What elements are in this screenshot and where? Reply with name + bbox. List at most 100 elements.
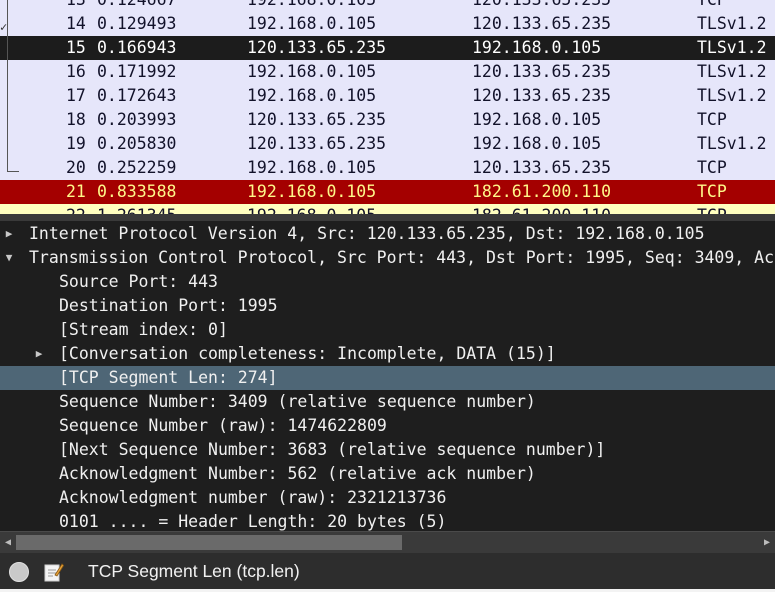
packet-number: 20 bbox=[66, 158, 86, 177]
packet-time: 0.252259 bbox=[97, 158, 177, 177]
packet-source: 192.168.0.105 bbox=[247, 14, 377, 33]
packet-source: 192.168.0.105 bbox=[247, 158, 377, 177]
detail-tree-item[interactable]: Acknowledgment number (raw): 2321213736 bbox=[0, 486, 775, 510]
packet-time: 0.166943 bbox=[97, 38, 177, 57]
packet-row[interactable]: 22 1.261345 192.168.0.105 182.61.200.110 TCP bbox=[0, 204, 775, 214]
packet-number: 13 bbox=[66, 0, 86, 12]
detail-tree-item[interactable]: [Stream index: 0] bbox=[0, 318, 775, 342]
packet-source: 192.168.0.105 bbox=[247, 182, 377, 201]
detail-item-text: Acknowledgment number (raw): 2321213736 bbox=[59, 488, 447, 507]
packet-time: 0.124667 bbox=[97, 0, 176, 12]
packet-protocol: TLSv1.2 bbox=[697, 86, 767, 105]
packet-destination: 120.133.65.235 bbox=[472, 14, 612, 33]
status-bar: TCP Segment Len (tcp.len) bbox=[0, 553, 775, 592]
packet-time: 0.203993 bbox=[97, 110, 177, 129]
detail-item-text: Sequence Number (raw): 1474622809 bbox=[59, 416, 387, 435]
packet-number: 14 bbox=[66, 14, 86, 33]
packet-source: 120.133.65.235 bbox=[247, 134, 387, 153]
packet-row[interactable]: 20 0.252259 192.168.0.105 120.133.65.235 TCP bbox=[0, 156, 775, 180]
packet-row[interactable]: 15 0.166943 120.133.65.235 192.168.0.105 TLS… bbox=[0, 36, 775, 60]
detail-tree-item[interactable]: Sequence Number (raw): 1474622809 bbox=[0, 414, 775, 438]
packet-time: 0.205830 bbox=[97, 134, 177, 153]
packet-number: 17 bbox=[66, 86, 86, 105]
packet-destination: 120.133.65.235 bbox=[472, 86, 612, 105]
edit-note-icon[interactable] bbox=[42, 561, 64, 583]
packet-details-tree[interactable]: ▶ Internet Protocol Version 4, Src: 120.1… bbox=[0, 221, 775, 531]
packet-destination: 182.61.200.110 bbox=[472, 182, 612, 201]
detail-item-text: [Conversation completeness: Incomplete, … bbox=[59, 344, 556, 363]
packet-destination: 192.168.0.105 bbox=[472, 110, 602, 129]
packet-destination: 120.133.65.235 bbox=[472, 0, 611, 12]
packet-time: 0.833588 bbox=[97, 182, 177, 201]
detail-tree-item[interactable]: ▶ Internet Protocol Version 4, Src: 120.1… bbox=[0, 222, 775, 246]
detail-tree-item[interactable]: [TCP Segment Len: 274] bbox=[0, 366, 775, 390]
packet-number: 16 bbox=[66, 62, 86, 81]
scroll-right-arrow-icon[interactable]: ▶ bbox=[759, 532, 775, 553]
packet-row[interactable]: 16 0.171992 192.168.0.105 120.133.65.235 TLS… bbox=[0, 60, 775, 84]
detail-tree-item[interactable]: ▼ Transmission Control Protocol, Src Port… bbox=[0, 246, 775, 270]
packet-number: 19 bbox=[66, 134, 86, 153]
packet-time: 0.129493 bbox=[97, 14, 177, 33]
packet-protocol: TLSv1.2 bbox=[697, 14, 767, 33]
detail-item-text: Source Port: 443 bbox=[59, 272, 218, 291]
packet-number: 22 bbox=[66, 204, 86, 214]
detail-item-text: Acknowledgment Number: 562 (relative ack… bbox=[59, 464, 536, 483]
packet-list[interactable]: 13 0.124667 192.168.0.105 120.133.65.235 TCP… bbox=[0, 0, 775, 214]
packet-row[interactable]: 18 0.203993 120.133.65.235 192.168.0.105 TCP bbox=[0, 108, 775, 132]
collapsed-arrow-icon[interactable]: ▶ bbox=[2, 222, 16, 246]
packet-time: 0.171992 bbox=[97, 62, 177, 81]
packet-destination: 120.133.65.235 bbox=[472, 158, 612, 177]
scrollbar-thumb[interactable] bbox=[16, 535, 402, 550]
packet-protocol: TCP bbox=[697, 0, 727, 12]
detail-tree-item[interactable]: ▶ [Conversation completeness: Incomplete,… bbox=[0, 342, 775, 366]
packet-source: 192.168.0.105 bbox=[247, 0, 376, 12]
packet-row[interactable]: 13 0.124667 192.168.0.105 120.133.65.235 TCP bbox=[0, 0, 775, 12]
detail-item-text: [TCP Segment Len: 274] bbox=[59, 368, 278, 387]
expanded-arrow-icon[interactable]: ▼ bbox=[2, 246, 16, 270]
packet-row[interactable]: 19 0.205830 120.133.65.235 192.168.0.105 TLS… bbox=[0, 132, 775, 156]
packet-protocol: TCP bbox=[697, 204, 727, 214]
status-indicator-icon[interactable] bbox=[9, 562, 29, 582]
packet-number: 18 bbox=[66, 110, 86, 129]
detail-tree-item[interactable]: [Next Sequence Number: 3683 (relative se… bbox=[0, 438, 775, 462]
packet-protocol: TCP bbox=[697, 158, 727, 177]
collapsed-arrow-icon[interactable]: ▶ bbox=[32, 342, 46, 366]
packet-protocol: TLSv1.2 bbox=[697, 134, 767, 153]
packet-number: 15 bbox=[66, 38, 86, 57]
detail-item-text: Sequence Number: 3409 (relative sequence… bbox=[59, 392, 536, 411]
packet-destination: 192.168.0.105 bbox=[472, 38, 602, 57]
detail-item-text: Transmission Control Protocol, Src Port:… bbox=[29, 248, 775, 267]
packet-source: 120.133.65.235 bbox=[247, 110, 387, 129]
packet-source: 192.168.0.105 bbox=[247, 86, 377, 105]
detail-item-text: [Stream index: 0] bbox=[59, 320, 228, 339]
detail-item-text: [Next Sequence Number: 3683 (relative se… bbox=[59, 440, 606, 459]
detail-item-text: Internet Protocol Version 4, Src: 120.13… bbox=[29, 224, 705, 243]
detail-tree-item[interactable]: Destination Port: 1995 bbox=[0, 294, 775, 318]
pane-splitter[interactable] bbox=[0, 214, 775, 221]
packet-destination: 182.61.200.110 bbox=[472, 204, 611, 214]
packet-protocol: TCP bbox=[697, 182, 727, 201]
packet-number: 21 bbox=[66, 182, 86, 201]
details-horizontal-scrollbar[interactable]: ◀ ▶ bbox=[0, 531, 775, 553]
detail-tree-item[interactable]: Source Port: 443 bbox=[0, 270, 775, 294]
packet-time: 1.261345 bbox=[97, 204, 176, 214]
scroll-left-arrow-icon[interactable]: ◀ bbox=[0, 532, 16, 553]
related-packet-check-icon: ✓ bbox=[0, 20, 8, 34]
packet-row[interactable]: 17 0.172643 192.168.0.105 120.133.65.235 TLS… bbox=[0, 84, 775, 108]
packet-row[interactable]: 21 0.833588 192.168.0.105 182.61.200.110 TCP bbox=[0, 180, 775, 204]
packet-source: 192.168.0.105 bbox=[247, 62, 377, 81]
packet-destination: 120.133.65.235 bbox=[472, 62, 612, 81]
packet-protocol: TLSv1.2 bbox=[697, 62, 767, 81]
detail-item-text: Destination Port: 1995 bbox=[59, 296, 278, 315]
detail-tree-item[interactable]: 0101 .... = Header Length: 20 bytes (5) bbox=[0, 510, 775, 531]
detail-item-text: 0101 .... = Header Length: 20 bytes (5) bbox=[59, 512, 447, 531]
packet-protocol: TCP bbox=[697, 110, 727, 129]
packet-time: 0.172643 bbox=[97, 86, 177, 105]
packet-source: 192.168.0.105 bbox=[247, 204, 376, 214]
detail-tree-item[interactable]: Sequence Number: 3409 (relative sequence… bbox=[0, 390, 775, 414]
packet-row[interactable]: 14 0.129493 192.168.0.105 120.133.65.235 TLS… bbox=[0, 12, 775, 36]
packet-protocol: TLSv1.2 bbox=[697, 38, 767, 57]
packet-source: 120.133.65.235 bbox=[247, 38, 387, 57]
detail-tree-item[interactable]: Acknowledgment Number: 562 (relative ack… bbox=[0, 462, 775, 486]
status-field-description: TCP Segment Len (tcp.len) bbox=[88, 561, 300, 581]
